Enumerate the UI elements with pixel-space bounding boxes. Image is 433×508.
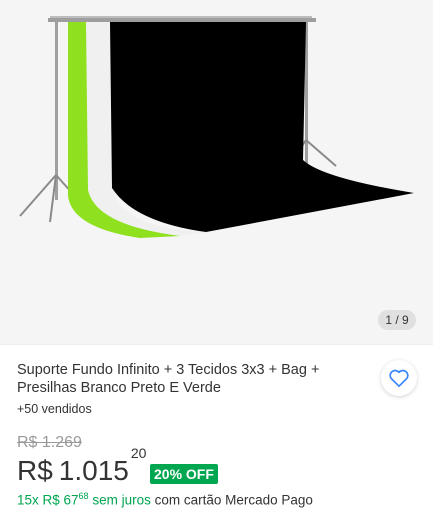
divider: [0, 344, 433, 345]
price-currency: R$: [17, 455, 53, 486]
original-price: R$ 1.269: [17, 434, 82, 451]
image-counter: 1 / 9: [378, 310, 416, 330]
price-cents: 20: [130, 444, 147, 461]
product-title: Suporte Fundo Infinito + 3 Tecidos 3x3 +…: [17, 362, 320, 396]
discount-badge: 20% OFF: [150, 464, 218, 484]
installment-payment-method: com cartão Mercado Pago: [150, 492, 313, 508]
product-image: [19, 16, 414, 238]
installment-no-interest: sem juros: [88, 492, 151, 508]
current-price: R$ 1.01520: [17, 445, 146, 487]
sold-count: +50 vendidos: [17, 402, 92, 416]
installment-amount: 15x R$ 67: [17, 492, 79, 508]
installment-info: 15x R$ 6768 sem juros com cartão Mercado…: [17, 491, 313, 508]
heart-outline-icon: [389, 369, 409, 387]
product-image-gallery[interactable]: 1 / 9: [0, 0, 433, 344]
price-integer: 1.015: [58, 455, 129, 486]
favorite-button[interactable]: [381, 360, 417, 396]
